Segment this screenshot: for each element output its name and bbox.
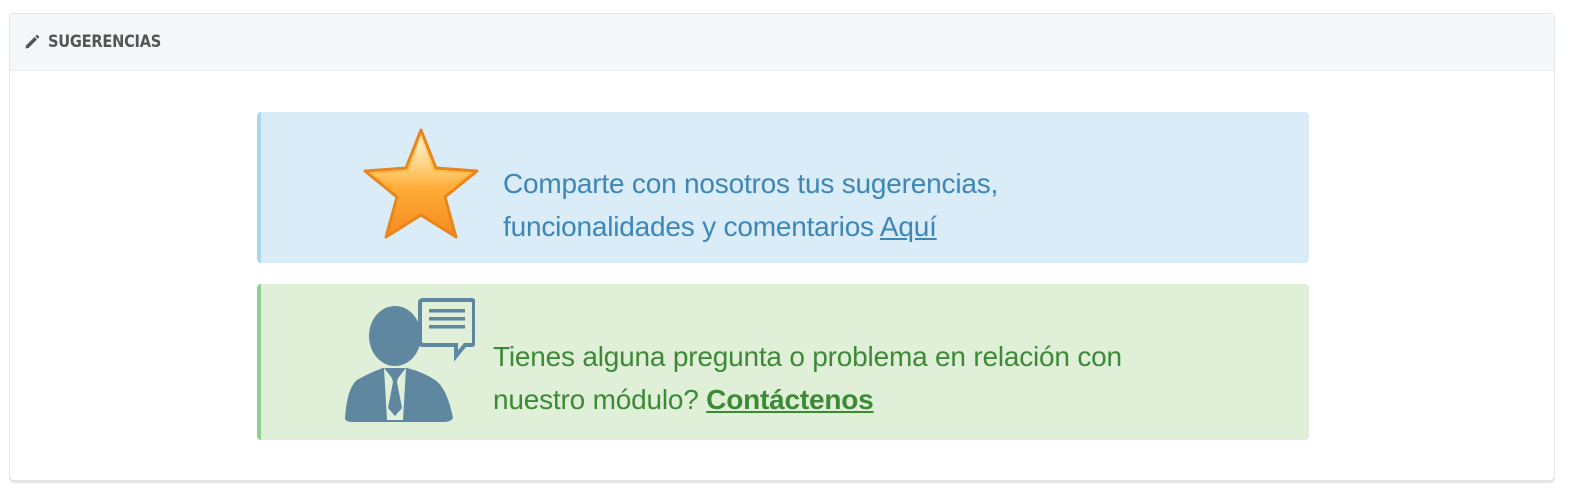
suggestions-line-1: Comparte con nosotros tus sugerencias, [503, 168, 999, 199]
suggestions-line-2: funcionalidades y comentarios [503, 211, 880, 242]
suggestions-message: Comparte con nosotros tus sugerencias, f… [503, 162, 998, 248]
pencil-icon [24, 34, 40, 50]
contact-link[interactable]: Contáctenos [706, 384, 874, 415]
suggestions-alert: Comparte con nosotros tus sugerencias, f… [257, 112, 1309, 263]
aqui-link[interactable]: Aquí [880, 211, 937, 242]
panel-heading: SUGERENCIAS [10, 14, 1554, 71]
support-line-1: Tienes alguna pregunta o problema en rel… [493, 341, 1122, 372]
support-alert: Tienes alguna pregunta o problema en rel… [257, 284, 1309, 440]
support-message: Tienes alguna pregunta o problema en rel… [493, 335, 1122, 421]
support-line-2: nuestro módulo? [493, 384, 707, 415]
support-agent-icon [345, 298, 475, 422]
star-icon [363, 128, 479, 239]
suggestions-panel: SUGERENCIAS Comparte con nosotros tus su… [9, 13, 1555, 481]
panel-title: SUGERENCIAS [48, 32, 162, 52]
